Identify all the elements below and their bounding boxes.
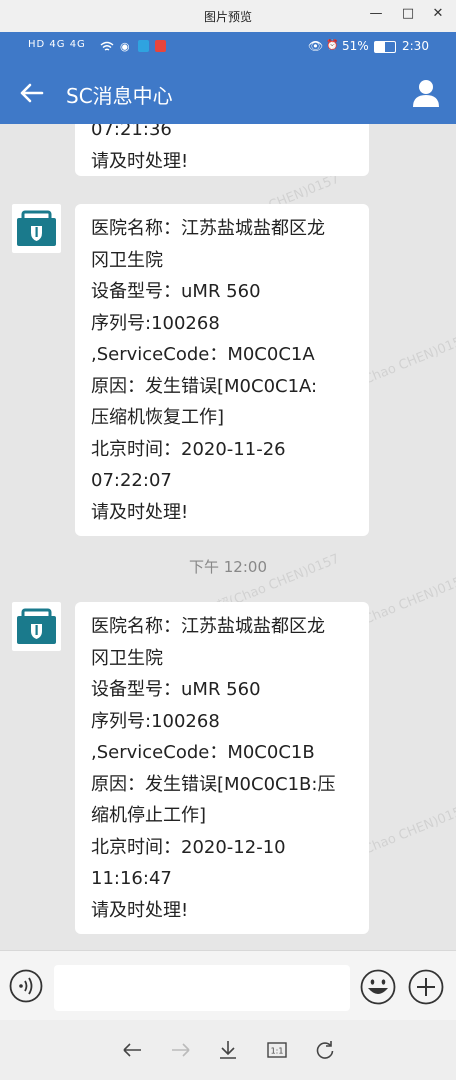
chat-area[interactable]: 陈超(Chao CHEN)0157 陈超(Chao CHEN)0157 陈超(C… xyxy=(0,124,456,950)
next-arrow-icon[interactable] xyxy=(169,1038,193,1062)
message-line: 11:16:47 xyxy=(91,868,172,889)
user-profile-icon[interactable] xyxy=(412,78,440,108)
message-input[interactable] xyxy=(54,965,350,1011)
eye-icon: 👁 xyxy=(308,39,324,53)
message-line: 压缩机恢复工作] xyxy=(91,407,225,428)
battery-percent: 51% xyxy=(342,39,369,53)
message-line: 缩机停止工作] xyxy=(91,805,207,826)
app-notification-icon xyxy=(138,40,149,52)
message-line: 冈卫生院 xyxy=(91,249,163,271)
message-line: 序列号:100268 xyxy=(91,710,220,732)
briefcase-icon xyxy=(17,608,56,644)
wechat-icon: ◉ xyxy=(120,40,130,53)
message-line: 北京时间：2020-12-10 xyxy=(91,836,286,858)
message-line: 请及时处理! xyxy=(91,501,189,523)
clock: 2:30 xyxy=(402,39,429,53)
window-title-bar: 图片预览 — □ ✕ xyxy=(0,0,456,32)
svg-text:1:1: 1:1 xyxy=(271,1047,284,1056)
message-line: 设备型号：uMR 560 xyxy=(91,281,261,302)
rotate-icon[interactable] xyxy=(313,1038,337,1062)
message-line: 请及时处理! xyxy=(91,899,189,921)
message-line: ,ServiceCode：M0C0C1A xyxy=(91,344,315,365)
network-indicators: HD 4G 4G xyxy=(28,39,86,50)
message-bubble[interactable]: 医院名称：江苏盐城盐都区龙 冈卫生院 设备型号：uMR 560 序列号:1002… xyxy=(75,204,369,536)
status-bar: HD 4G 4G ◉ 👁 ⏰ 51% 2:30 xyxy=(0,32,456,62)
back-arrow-icon[interactable] xyxy=(16,78,46,108)
avatar[interactable] xyxy=(12,204,61,253)
maximize-icon[interactable]: □ xyxy=(398,4,418,24)
message-line: ,ServiceCode：M0C0C1B xyxy=(91,742,315,763)
close-icon[interactable]: ✕ xyxy=(428,4,448,24)
avatar[interactable] xyxy=(12,602,61,651)
battery-icon xyxy=(374,41,396,53)
message-line: 07:21:36 xyxy=(91,124,172,140)
app-header: SC消息中心 xyxy=(0,62,456,124)
previous-arrow-icon[interactable] xyxy=(120,1038,144,1062)
alarm-icon: ⏰ xyxy=(326,40,339,51)
message-line: 医院名称：江苏盐城盐都区龙 xyxy=(91,218,325,239)
app-notification-icon xyxy=(155,40,166,52)
message-bubble[interactable]: 07:21:36 请及时处理! xyxy=(75,124,369,176)
wifi-icon xyxy=(100,41,114,51)
voice-input-icon[interactable] xyxy=(9,969,43,1003)
message-line: 原因：发生错误[M0C0C1A: xyxy=(91,375,318,397)
emoji-icon[interactable] xyxy=(360,969,396,1005)
message-line: 原因：发生错误[M0C0C1B:压 xyxy=(91,773,336,795)
message-line: 序列号:100268 xyxy=(91,312,220,334)
minimize-icon[interactable]: — xyxy=(366,4,386,24)
message-bubble[interactable]: 医院名称：江苏盐城盐都区龙 冈卫生院 设备型号：uMR 560 序列号:1002… xyxy=(75,602,369,934)
message-line: 北京时间：2020-11-26 xyxy=(91,438,286,460)
message-line: 医院名称：江苏盐城盐都区龙 xyxy=(91,616,325,637)
viewer-toolbar: 1:1 xyxy=(0,1020,456,1080)
message-input-bar xyxy=(0,950,456,1021)
more-options-plus-icon[interactable] xyxy=(408,969,444,1005)
window-title: 图片预览 xyxy=(203,10,252,24)
message-line: 请及时处理! xyxy=(91,150,189,172)
download-icon[interactable] xyxy=(216,1038,240,1062)
actual-size-icon[interactable]: 1:1 xyxy=(265,1038,289,1062)
message-line: 07:22:07 xyxy=(91,470,172,491)
message-line: 冈卫生院 xyxy=(91,647,163,669)
briefcase-icon xyxy=(17,210,56,246)
message-line: 设备型号：uMR 560 xyxy=(91,679,261,700)
page-title: SC消息中心 xyxy=(66,84,173,108)
message-timestamp: 下午 12:00 xyxy=(189,558,267,576)
